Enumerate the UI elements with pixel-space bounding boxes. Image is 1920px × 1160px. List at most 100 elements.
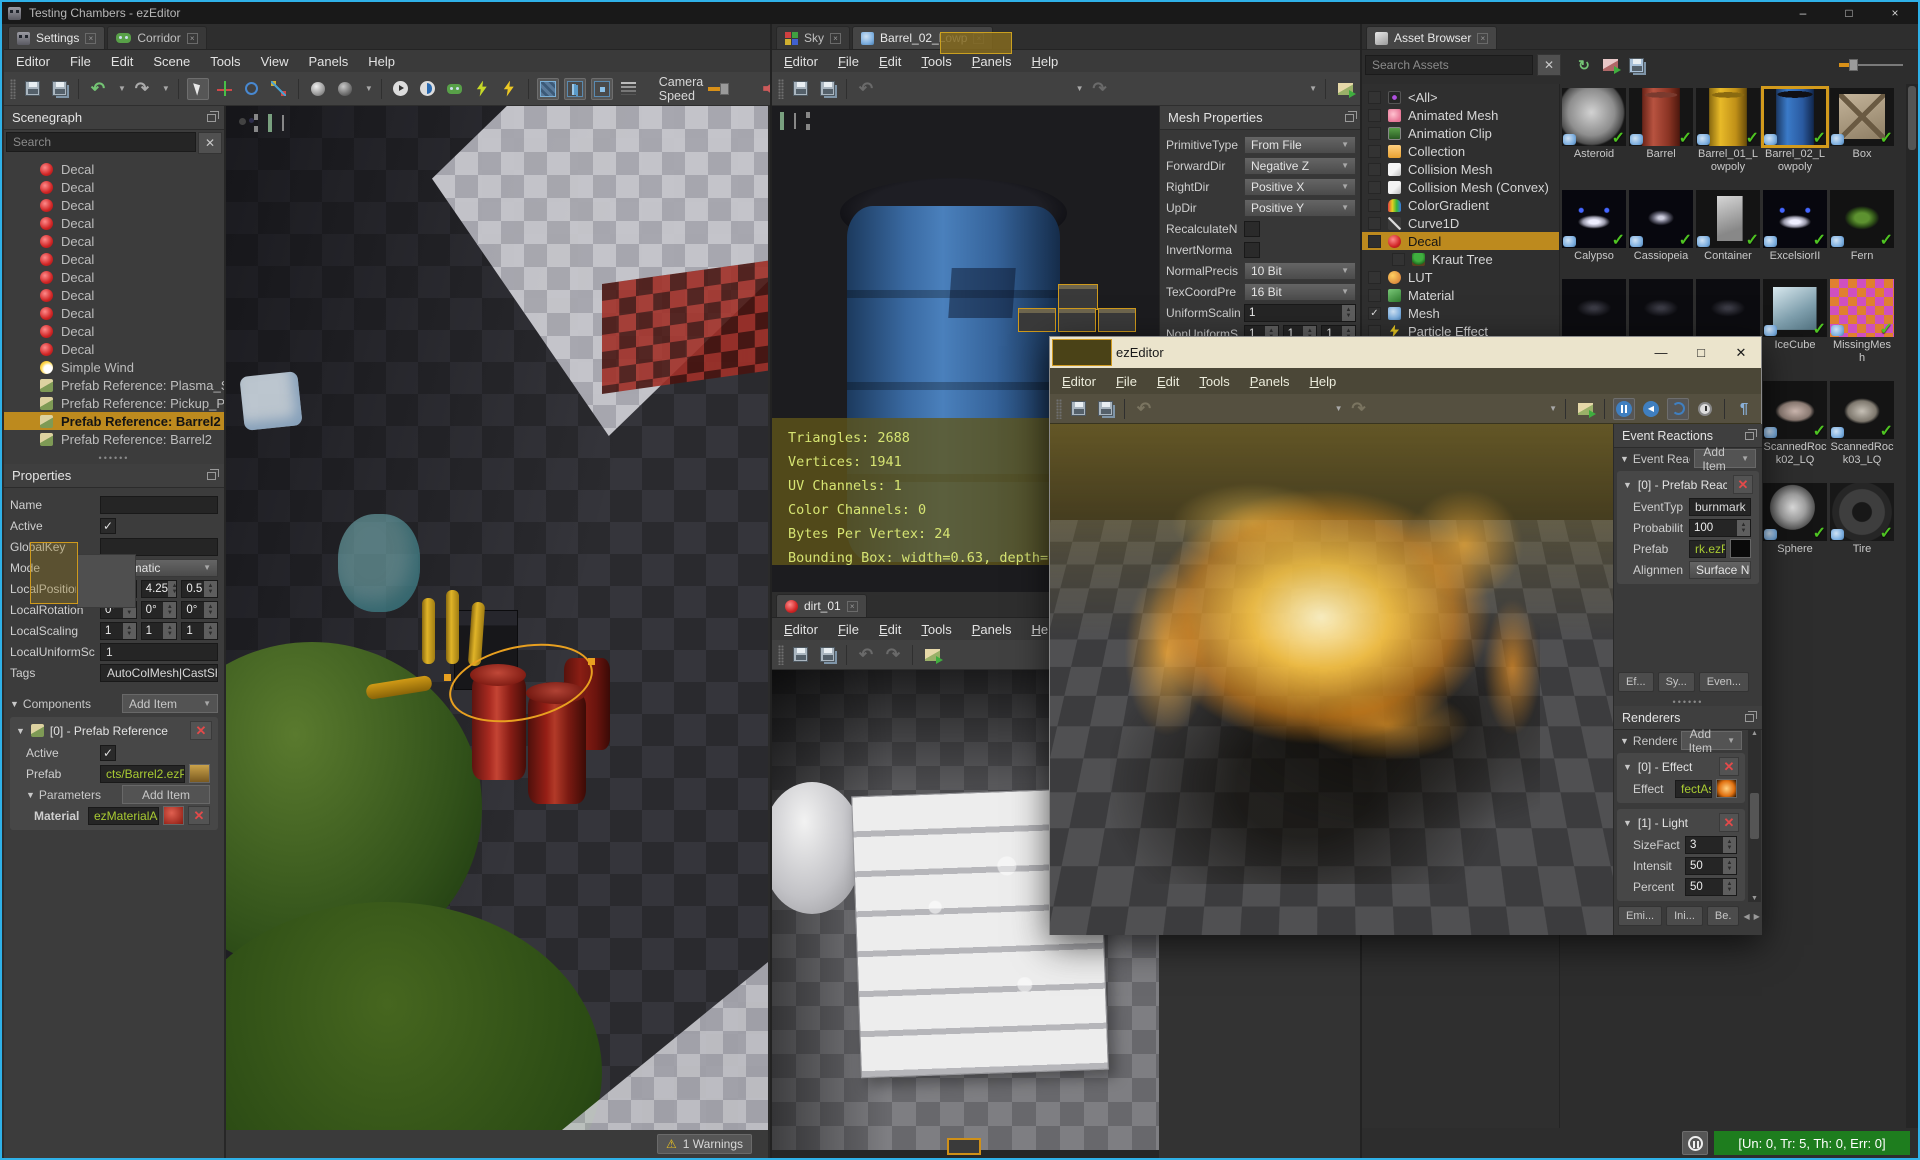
save-all-icon[interactable] [816, 78, 838, 100]
asset-thumb-asteroid[interactable]: ✓ Asteroid [1562, 88, 1626, 174]
export-asset-icon[interactable] [1574, 398, 1596, 420]
run-icon[interactable] [498, 78, 520, 100]
asset-thumb-barrel_01_lowpoly[interactable]: ✓ Barrel_01_Lowpoly [1696, 88, 1760, 174]
checkbox[interactable] [1368, 270, 1381, 284]
redo-dropdown-icon[interactable]: ▼ [158, 84, 170, 93]
field-localuniformsc[interactable]: 1 [100, 642, 218, 661]
material-asset-field[interactable]: ezMaterialAsset [88, 806, 159, 825]
grid-toggle-icon[interactable] [536, 77, 559, 100]
panel-tab[interactable]: Ini... [1666, 906, 1703, 926]
scene-viewport[interactable] [226, 106, 768, 1130]
thumbnail-icon[interactable] [794, 113, 796, 129]
floating-titlebar[interactable]: ezEditor — □ ✕ [1050, 337, 1761, 368]
collapse-icon[interactable]: ▼ [10, 699, 19, 709]
redo-icon[interactable]: ↷ [1089, 78, 1111, 100]
spinner-arrows[interactable]: ▲▼ [168, 580, 177, 597]
menu-tools[interactable]: Tools [1199, 374, 1229, 389]
field-name[interactable] [100, 495, 218, 514]
warnings-button[interactable]: ⚠ 1 Warnings [656, 1134, 752, 1154]
shape-icons-toggle-icon[interactable] [590, 77, 613, 100]
menu-panels[interactable]: Panels [972, 54, 1012, 69]
collapse-icon[interactable]: ▼ [1623, 480, 1632, 490]
effect-thumb-button[interactable] [1716, 779, 1737, 798]
simulate-icon[interactable] [417, 78, 439, 100]
asset-type-colorgradient[interactable]: ColorGradient [1362, 196, 1559, 214]
export-asset-icon[interactable] [1334, 78, 1356, 100]
checkbox[interactable] [1368, 180, 1381, 194]
remove-parameter-icon[interactable]: ✕ [188, 806, 210, 825]
fullscreen-icon[interactable] [806, 112, 810, 130]
spinner-localrotation[interactable]: 0°▲▼ [181, 600, 219, 619]
save-all-icon[interactable] [1094, 398, 1116, 420]
tab-corridor[interactable]: Corridor × [107, 26, 207, 49]
save-icon[interactable] [789, 644, 811, 666]
save-icon[interactable] [789, 78, 811, 100]
transform-all-icon[interactable]: ↻ [1573, 54, 1595, 76]
scroll-left-icon[interactable]: ◀ [1743, 912, 1749, 921]
scenegraph-item[interactable]: Decal [4, 232, 224, 250]
scroll-up-icon[interactable]: ▲ [1751, 730, 1758, 737]
spinner-arrows[interactable]: ▲▼ [1723, 836, 1736, 853]
scenegraph-item[interactable]: Decal [4, 322, 224, 340]
field-eventtyp[interactable]: burnmark [1689, 497, 1751, 516]
asset-search-input[interactable] [1365, 55, 1533, 75]
scenegraph-item[interactable]: Prefab Reference: Plasma_S... [4, 376, 224, 394]
dropdown-primitivetype[interactable]: From File ▼ [1244, 135, 1356, 154]
select-tool-icon[interactable] [186, 77, 209, 100]
scenegraph-item[interactable]: Decal [4, 286, 224, 304]
checkbox[interactable] [1368, 126, 1381, 140]
redo-icon[interactable]: ↷ [882, 644, 904, 666]
asset-thumb-button[interactable] [1730, 539, 1751, 558]
panel-tab[interactable]: Sy... [1657, 672, 1695, 692]
asset-type-lut[interactable]: LUT [1362, 268, 1559, 286]
scale-tool-icon[interactable] [268, 78, 290, 100]
close-icon[interactable]: × [830, 32, 842, 44]
redo-icon[interactable]: ↷ [1348, 398, 1370, 420]
render-mode2-icon[interactable] [334, 78, 356, 100]
menu-editor[interactable]: Editor [1062, 374, 1096, 389]
menu-file[interactable]: File [1116, 374, 1137, 389]
remove-icon[interactable]: ✕ [1733, 475, 1753, 494]
panel-tab[interactable]: Emi... [1618, 906, 1663, 926]
group-header[interactable]: ▼ [0] - Prefab Reaction ✕ [1619, 473, 1757, 496]
visualizers-toggle-icon[interactable] [563, 77, 586, 100]
toolbar-grip[interactable] [10, 78, 16, 99]
group-header[interactable]: ▼ [0] - Effect ✕ [1619, 755, 1743, 778]
menu-help[interactable]: Help [368, 54, 395, 69]
dropdown-texcoordpre[interactable]: 16 Bit ▼ [1244, 282, 1356, 301]
asset-thumb-scannedrock02_lq[interactable]: ✓ ScannedRock02_LQ [1763, 381, 1827, 467]
menu-editor[interactable]: Editor [784, 54, 818, 69]
asset-thumb-scannedrock03_lq[interactable]: ✓ ScannedRock03_LQ [1830, 381, 1894, 467]
menu-file[interactable]: File [70, 54, 91, 69]
close-icon[interactable]: ✕ [1721, 338, 1761, 367]
scenegraph-item[interactable]: Decal [4, 160, 224, 178]
undo-icon[interactable]: ↶ [855, 78, 877, 100]
dropdown-forwarddir[interactable]: Negative Z ▼ [1244, 156, 1356, 175]
toolbar-grip[interactable] [778, 644, 784, 665]
close-icon[interactable]: × [846, 600, 858, 612]
dropdown-normalprecis[interactable]: 10 Bit ▼ [1244, 261, 1356, 280]
clear-search-icon[interactable]: ✕ [1537, 54, 1561, 76]
asset-type-decal[interactable]: Decal [1362, 232, 1559, 250]
asset-thumb-missingmesh[interactable]: ✓ MissingMesh [1830, 279, 1894, 365]
add-parameter-button[interactable]: Add Item [122, 785, 210, 804]
menu-help[interactable]: Help [1031, 54, 1058, 69]
menu-panels[interactable]: Panels [1250, 374, 1290, 389]
add-renderer-button[interactable]: Add Item ▼ [1680, 727, 1742, 755]
spinner-intensit[interactable]: 50 ▲ ▼ [1685, 856, 1737, 875]
fullscreen-icon[interactable] [254, 114, 258, 132]
redo-icon[interactable]: ↷ [131, 78, 153, 100]
save-all-icon[interactable] [816, 644, 838, 666]
spinner-arrows[interactable]: ▲▼ [204, 580, 218, 597]
camera-icon[interactable] [780, 112, 784, 130]
asset-thumb-container[interactable]: ✓ Container [1696, 190, 1760, 263]
spinner-arrows[interactable]: ▲▼ [1723, 878, 1736, 895]
scenegraph-item[interactable]: Decal [4, 178, 224, 196]
dropdown-updir[interactable]: Positive Y ▼ [1244, 198, 1356, 217]
asset-thumb-fern[interactable]: ✓ Fern [1830, 190, 1894, 263]
undo-icon[interactable]: ↶ [1133, 398, 1155, 420]
asset-thumb-box[interactable]: ✓ Box [1830, 88, 1894, 174]
spinner-arrows[interactable]: ▲▼ [122, 622, 136, 639]
spinner-arrows[interactable]: ▲▼ [1723, 857, 1736, 874]
checkbox[interactable] [1368, 234, 1381, 248]
